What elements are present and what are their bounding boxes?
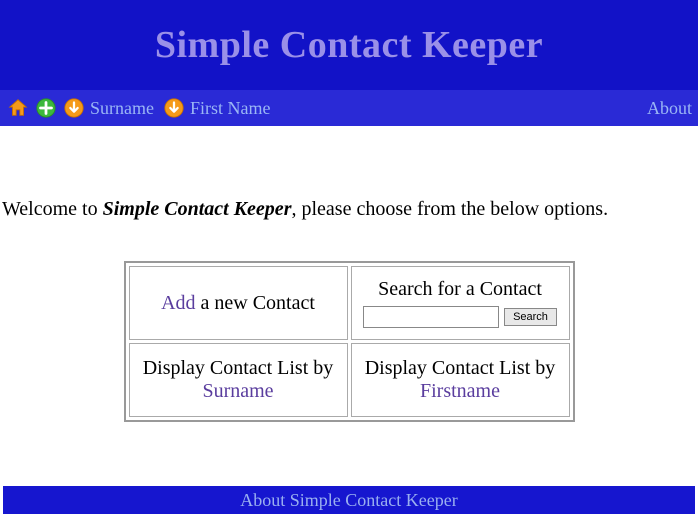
- search-button[interactable]: Search: [504, 308, 557, 326]
- welcome-rest: , please choose from the below options.: [291, 198, 608, 220]
- display-surname-pre: Display Contact List by: [143, 357, 334, 379]
- home-icon[interactable]: [6, 96, 30, 120]
- add-contact-cell: Add a new Contact: [129, 266, 348, 340]
- display-firstname-pre: Display Contact List by: [365, 357, 556, 379]
- search-contact-cell: Search for a Contact Search: [351, 266, 570, 340]
- nav-firstname-link[interactable]: First Name: [190, 98, 271, 119]
- footer-text[interactable]: About Simple Contact Keeper: [240, 490, 457, 511]
- sort-firstname-icon[interactable]: [162, 96, 186, 120]
- footer: About Simple Contact Keeper: [3, 486, 695, 514]
- navbar: Surname First Name About: [0, 90, 698, 126]
- add-contact-link[interactable]: Add: [161, 292, 195, 314]
- display-firstname-cell: Display Contact List by Firstname: [351, 343, 570, 417]
- welcome-greeting: Welcome: [2, 198, 77, 220]
- add-icon[interactable]: [34, 96, 58, 120]
- welcome-to: to: [77, 198, 103, 220]
- welcome-text: Welcome to Simple Contact Keeper, please…: [0, 198, 698, 261]
- page-title: Simple Contact Keeper: [155, 23, 543, 67]
- nav-surname-link[interactable]: Surname: [90, 98, 154, 119]
- display-surname-link[interactable]: Surname: [202, 380, 273, 402]
- display-firstname-link[interactable]: Firstname: [420, 380, 500, 402]
- options-table: Add a new Contact Search for a Contact S…: [124, 261, 575, 422]
- header: Simple Contact Keeper: [0, 0, 698, 90]
- main-content: Welcome to Simple Contact Keeper, please…: [0, 126, 698, 422]
- sort-surname-icon[interactable]: [62, 96, 86, 120]
- nav-about-link[interactable]: About: [647, 98, 692, 119]
- add-contact-rest: a new Contact: [196, 292, 315, 314]
- display-surname-cell: Display Contact List by Surname: [129, 343, 348, 417]
- search-title: Search for a Contact: [358, 278, 563, 301]
- welcome-appname: Simple Contact Keeper: [103, 198, 292, 220]
- search-input[interactable]: [363, 306, 499, 328]
